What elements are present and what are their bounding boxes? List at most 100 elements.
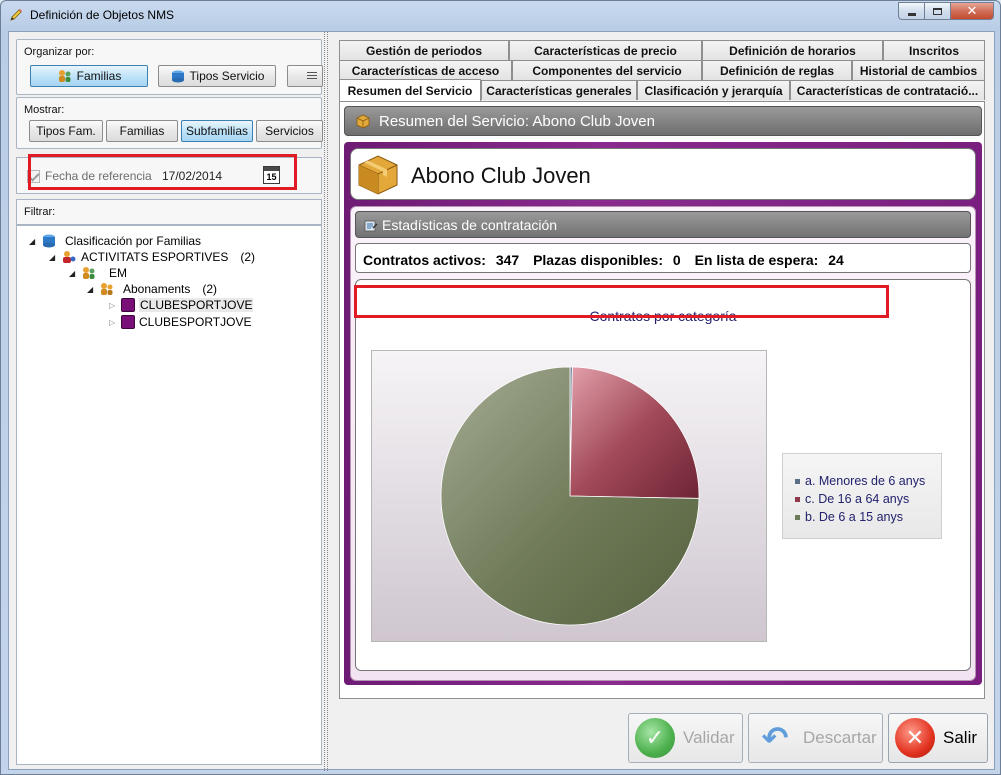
tab-componentes-servicio[interactable]: Componentes del servicio xyxy=(512,60,702,80)
stats-area: Estadísticas de contratación Contratos a… xyxy=(350,206,976,681)
tree-abonaments-count: (2) xyxy=(202,282,218,296)
show-subfamilies-button[interactable]: Subfamilias xyxy=(181,120,253,142)
organize-list-button[interactable] xyxy=(287,65,323,87)
organize-label: Organizar por: xyxy=(24,46,95,58)
expand-down-icon[interactable]: ◢ xyxy=(29,237,37,246)
stats-highlight-box xyxy=(354,285,889,318)
expand-down-icon[interactable]: ◢ xyxy=(49,253,57,262)
exit-button[interactable]: ✕ Salir xyxy=(888,713,988,763)
tree-em-label: EM xyxy=(109,266,127,280)
expand-down-icon[interactable]: ◢ xyxy=(69,269,77,278)
tab-inscritos[interactable]: Inscritos xyxy=(883,40,985,60)
show-families-label: Familias xyxy=(119,124,165,138)
tree-service-2-label: CLUBESPORTJOVE xyxy=(139,315,252,329)
tree-row-em[interactable]: ◢ EM xyxy=(69,266,127,280)
tree-row-abonaments[interactable]: ◢ Abonaments (2) xyxy=(87,282,217,296)
tree-activitats-count: (2) xyxy=(240,250,256,264)
legend-item-6-15: b. De 6 a 15 anys xyxy=(795,508,941,526)
exit-label: Salir xyxy=(943,728,978,747)
validate-button[interactable]: ✓ Validar xyxy=(628,713,743,763)
close-button[interactable]: ✕ xyxy=(950,2,994,20)
pie-slice-1 xyxy=(569,366,700,499)
tab-historial-cambios[interactable]: Historial de cambios xyxy=(852,60,985,80)
validate-label: Validar xyxy=(683,728,735,747)
expand-down-icon[interactable]: ◢ xyxy=(87,285,95,294)
chart-container: Contratos por categoría a. Menores de 6 … xyxy=(355,279,971,671)
service-icon xyxy=(121,315,135,329)
legend-item-16-64: c. De 16 a 64 anys xyxy=(795,490,941,508)
list-icon xyxy=(307,71,317,81)
tab-caracteristicas-generales[interactable]: Características generales xyxy=(481,80,637,100)
tree-activitats-label: ACTIVITATS ESPORTIVES xyxy=(81,250,229,264)
service-frame: Abono Club Joven Estadísticas de contrat… xyxy=(344,142,982,685)
show-services-label: Servicios xyxy=(265,124,314,138)
legend-swatch xyxy=(795,496,800,502)
service-icon xyxy=(121,298,135,312)
close-icon: ✕ xyxy=(966,3,978,18)
pencil-icon xyxy=(10,9,22,21)
families-icon xyxy=(83,267,95,279)
undo-icon: ↶ xyxy=(761,720,789,756)
family-tree: ◢ Clasificación por Familias ◢ ACTIVITAT… xyxy=(16,225,322,765)
expand-right-icon[interactable]: ▷ xyxy=(109,318,117,327)
tree-row-root[interactable]: ◢ Clasificación por Familias xyxy=(29,234,201,248)
title-bar[interactable]: Definición de Objetos NMS ✕ xyxy=(1,1,1000,29)
legend-item-menores: a. Menores de 6 anys xyxy=(795,472,941,490)
organize-families-label: Familias xyxy=(76,69,122,83)
tab-resumen-servicio[interactable]: Resumen del Servicio xyxy=(339,79,481,101)
maximize-icon xyxy=(933,7,942,15)
service-types-icon xyxy=(170,69,186,83)
right-panel: Gestión de periodos Características de p… xyxy=(339,39,989,699)
tab-definicion-horarios[interactable]: Definición de horarios xyxy=(702,40,883,60)
panel-splitter[interactable] xyxy=(324,32,328,771)
show-subfamilies-label: Subfamilias xyxy=(185,124,249,138)
tree-row-activitats[interactable]: ◢ ACTIVITATS ESPORTIVES (2) xyxy=(49,250,255,264)
exit-x-icon: ✕ xyxy=(895,718,935,758)
waiting-list-label: En lista de espera: xyxy=(694,252,819,268)
show-families-button[interactable]: Familias xyxy=(106,120,178,142)
available-places-label: Plazas disponibles: xyxy=(533,252,663,268)
maximize-button[interactable] xyxy=(924,2,950,20)
legend-label-6-15: b. De 6 a 15 anys xyxy=(805,510,903,524)
filter-group: Filtrar: xyxy=(16,199,322,225)
organize-service-types-button[interactable]: Tipos Servicio xyxy=(158,65,276,87)
tab-definicion-reglas[interactable]: Definición de reglas xyxy=(702,60,852,80)
show-group: Mostrar: Tipos Fam. Familias Subfamilias… xyxy=(16,97,323,149)
stats-row: Contratos activos: 347 Plazas disponible… xyxy=(355,243,971,273)
pie-chart xyxy=(440,366,700,626)
tab-caracteristicas-contratacion[interactable]: Características de contratació... xyxy=(790,80,985,100)
available-places-value: 0 xyxy=(672,252,681,268)
expand-right-icon[interactable]: ▷ xyxy=(109,301,117,310)
minimize-button[interactable] xyxy=(898,2,924,20)
box-icon xyxy=(356,114,370,129)
organize-service-types-label: Tipos Servicio xyxy=(189,69,265,83)
tab-caracteristicas-acceso[interactable]: Características de acceso xyxy=(339,60,512,80)
tab-caracteristicas-precio[interactable]: Características de precio xyxy=(509,40,702,60)
active-contracts-label: Contratos activos: xyxy=(363,252,486,268)
show-family-types-button[interactable]: Tipos Fam. xyxy=(29,120,103,142)
discard-button[interactable]: ↶ Descartar xyxy=(748,713,883,763)
window-title: Definición de Objetos NMS xyxy=(30,8,175,22)
database-icon xyxy=(43,234,55,248)
date-highlight-box xyxy=(28,154,297,190)
legend-swatch xyxy=(795,514,800,520)
tree-row-service-1[interactable]: ▷ CLUBESPORTJOVE xyxy=(109,298,254,312)
summary-tab-content: Resumen del Servicio: Abono Club Joven A… xyxy=(339,101,985,699)
chart-legend: a. Menores de 6 anys c. De 16 a 64 anys … xyxy=(782,453,942,539)
tab-clasificacion-jerarquia[interactable]: Clasificación y jerarquía xyxy=(637,80,790,100)
tree-service-1-label: CLUBESPORTJOVE xyxy=(139,298,254,312)
show-family-types-label: Tipos Fam. xyxy=(36,124,96,138)
active-contracts-value: 347 xyxy=(495,252,520,268)
checkmark-icon: ✓ xyxy=(635,718,675,758)
tree-abonaments-label: Abonaments xyxy=(123,282,191,296)
tree-row-service-2[interactable]: ▷ CLUBESPORTJOVE xyxy=(109,315,251,329)
tab-gestion-periodos[interactable]: Gestión de periodos xyxy=(339,40,509,60)
legend-label-16-64: c. De 16 a 64 anys xyxy=(805,492,910,506)
minimize-icon xyxy=(907,12,916,16)
plot-area xyxy=(371,350,767,642)
organize-families-button[interactable]: Familias xyxy=(30,65,148,87)
waiting-list-value: 24 xyxy=(828,252,844,268)
families-icon xyxy=(57,69,73,83)
summary-header-title: Resumen del Servicio: Abono Club Joven xyxy=(379,112,655,130)
show-services-button[interactable]: Servicios xyxy=(256,120,323,142)
